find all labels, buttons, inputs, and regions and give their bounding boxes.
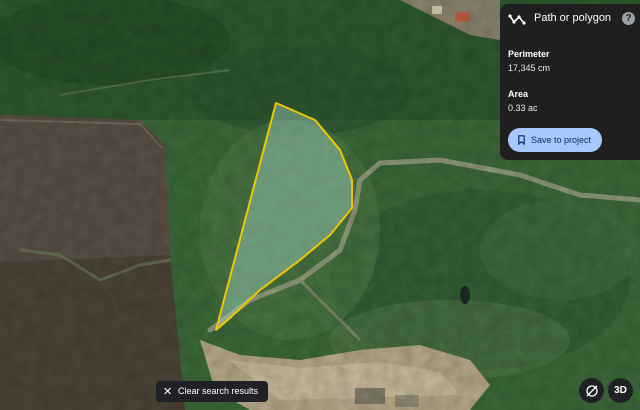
- perimeter-value: 17,345 cm: [508, 63, 551, 73]
- area-value: 0.33 ac: [508, 103, 538, 113]
- close-icon: ✕: [163, 386, 173, 398]
- measurement-panel: Path or polygon ? Perimeter 17,345 cm Ar…: [500, 4, 640, 160]
- area-label: Area: [508, 89, 529, 99]
- help-icon[interactable]: ?: [622, 12, 635, 25]
- path-polygon-icon: [508, 14, 526, 25]
- compass-button[interactable]: [579, 378, 604, 403]
- panel-title: Path or polygon: [534, 12, 612, 24]
- view-3d-button[interactable]: 3D: [608, 378, 633, 403]
- perimeter-label: Perimeter: [508, 49, 550, 59]
- clear-search-results-label: Clear search results: [178, 386, 259, 396]
- save-to-project-button[interactable]: Save to project: [508, 128, 602, 152]
- bookmark-icon: [518, 135, 525, 145]
- save-to-project-label: Save to project: [531, 135, 592, 145]
- panel-header: Path or polygon ?: [500, 4, 640, 34]
- compass-icon: [585, 384, 598, 397]
- clear-search-results-button[interactable]: ✕ Clear search results: [156, 381, 268, 402]
